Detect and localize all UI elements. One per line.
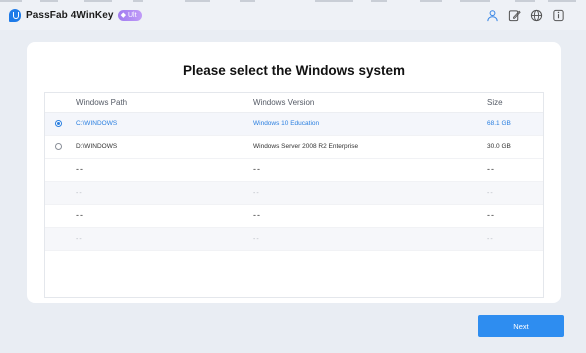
empty-row: -- -- -- xyxy=(45,182,543,205)
windows-system-table: Windows Path Windows Version Size C:\WIN… xyxy=(44,92,544,298)
top-strip xyxy=(0,0,586,3)
empty-cell: -- xyxy=(487,164,495,174)
size-cell: 30.0 GB xyxy=(487,143,511,150)
brand: PassFab 4WinKey ◆ Ult xyxy=(9,9,142,22)
empty-cell: -- xyxy=(253,190,260,197)
ult-badge: ◆ Ult xyxy=(117,10,142,21)
info-icon[interactable] xyxy=(551,8,566,23)
feedback-icon[interactable] xyxy=(507,8,522,23)
next-button[interactable]: Next xyxy=(478,315,564,337)
language-icon[interactable] xyxy=(529,8,544,23)
column-size: Size xyxy=(487,98,503,107)
empty-cell: -- xyxy=(487,210,495,220)
radio-button[interactable] xyxy=(55,143,62,150)
empty-cell: -- xyxy=(487,190,494,197)
page-title: Please select the Windows system xyxy=(183,63,405,78)
toolbar xyxy=(485,8,566,23)
table-row[interactable]: D:\WINDOWS Windows Server 2008 R2 Enterp… xyxy=(45,136,543,159)
empty-cell: -- xyxy=(253,164,261,174)
table-row[interactable]: C:\WINDOWS Windows 10 Education 68.1 GB xyxy=(45,113,543,136)
passfab-logo-icon xyxy=(9,9,21,22)
empty-row: -- -- -- xyxy=(45,228,543,251)
radio-button[interactable] xyxy=(55,120,62,127)
windows-version-cell: Windows 10 Education xyxy=(253,120,320,127)
empty-row: -- -- -- xyxy=(45,205,543,228)
empty-cell: -- xyxy=(76,236,83,243)
badge-label: Ult xyxy=(127,12,137,19)
empty-cell: -- xyxy=(76,164,84,174)
empty-cell: -- xyxy=(253,210,261,220)
empty-row: -- -- -- xyxy=(45,159,543,182)
title-bar: PassFab 4WinKey ◆ Ult xyxy=(0,0,586,30)
main-card: Please select the Windows system Windows… xyxy=(27,42,561,303)
diamond-icon: ◆ xyxy=(120,12,126,19)
windows-path-cell: C:\WINDOWS xyxy=(76,120,118,127)
size-cell: 68.1 GB xyxy=(487,120,511,127)
empty-cell: -- xyxy=(76,190,83,197)
windows-version-cell: Windows Server 2008 R2 Enterprise xyxy=(253,143,359,150)
windows-path-cell: D:\WINDOWS xyxy=(76,143,118,150)
user-icon[interactable] xyxy=(485,8,500,23)
app-name: PassFab 4WinKey xyxy=(26,10,114,21)
table-header: Windows Path Windows Version Size xyxy=(45,93,543,113)
empty-cell: -- xyxy=(487,236,494,243)
empty-cell: -- xyxy=(253,236,260,243)
column-windows-path: Windows Path xyxy=(76,98,128,107)
empty-cell: -- xyxy=(76,210,84,220)
column-windows-version: Windows Version xyxy=(253,98,315,107)
